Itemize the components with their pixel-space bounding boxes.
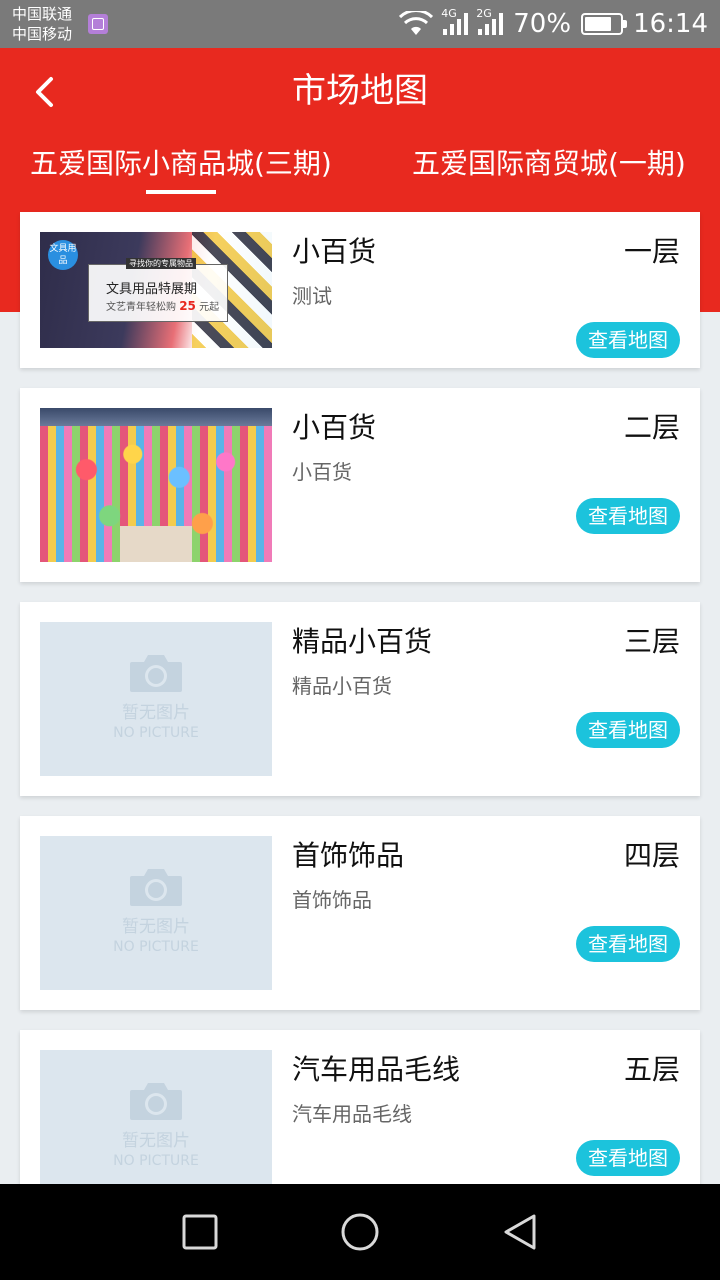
home-icon[interactable] bbox=[340, 1212, 380, 1252]
floor-subtitle: 小百货 bbox=[292, 460, 352, 484]
clock: 16:14 bbox=[633, 9, 708, 39]
stationery-banner-image: 文具用品 寻找你的专属物品 文具用品特展期 文艺青年轻松购 25 元起 bbox=[40, 232, 272, 348]
back-triangle-icon[interactable] bbox=[500, 1212, 540, 1252]
floor-name: 小百货 bbox=[292, 411, 377, 444]
view-map-button[interactable]: 查看地图 bbox=[576, 1140, 680, 1176]
store-aisle bbox=[120, 526, 192, 562]
no-picture-placeholder: 暂无图片 NO PICTURE bbox=[40, 622, 272, 776]
no-picture-text-en: NO PICTURE bbox=[113, 939, 199, 955]
toy-store-image bbox=[40, 408, 272, 562]
floor-subtitle: 汽车用品毛线 bbox=[292, 1102, 412, 1126]
tab-market-phase-3[interactable]: 五爱国际小商品城(三期) bbox=[30, 144, 332, 184]
recent-apps-icon[interactable] bbox=[180, 1212, 220, 1252]
floor-subtitle: 精品小百货 bbox=[292, 674, 392, 698]
camera-icon bbox=[130, 1083, 182, 1120]
no-picture-text-en: NO PICTURE bbox=[113, 1153, 199, 1169]
view-map-button[interactable]: 查看地图 bbox=[576, 322, 680, 358]
battery-percent: 70% bbox=[513, 9, 572, 39]
net-type-1: 4G bbox=[441, 7, 457, 20]
banner-tagline: 寻找你的专属物品 bbox=[126, 258, 196, 269]
camera-icon bbox=[130, 655, 182, 692]
floor-level: 五层 bbox=[623, 1053, 680, 1086]
system-nav-bar bbox=[0, 1184, 720, 1280]
no-picture-text-en: NO PICTURE bbox=[113, 725, 199, 741]
gallery-notification-icon bbox=[88, 14, 108, 34]
carrier-2: 中国移动 bbox=[12, 25, 73, 43]
floor-name: 小百货 bbox=[292, 235, 377, 268]
floor-name: 首饰饰品 bbox=[292, 839, 405, 872]
signal-2g-icon: 2G bbox=[476, 7, 504, 35]
floor-level: 一层 bbox=[623, 235, 680, 268]
wifi-icon bbox=[399, 11, 434, 35]
no-picture-text-cn: 暂无图片 bbox=[122, 703, 190, 723]
status-icons: 4G 2G 70% 16:14 bbox=[399, 0, 708, 48]
active-tab-indicator bbox=[146, 190, 216, 194]
view-map-button[interactable]: 查看地图 bbox=[576, 926, 680, 962]
no-picture-text-cn: 暂无图片 bbox=[122, 1131, 190, 1151]
market-tabs: 五爱国际小商品城(三期) 五爱国际商贸城(一期) bbox=[0, 144, 720, 200]
floor-card[interactable]: 文具用品 寻找你的专属物品 文具用品特展期 文艺青年轻松购 25 元起 小百货 … bbox=[20, 212, 700, 368]
banner-offer-price: 25 bbox=[179, 299, 196, 313]
no-picture-placeholder: 暂无图片 NO PICTURE bbox=[40, 1050, 272, 1204]
banner-offer-prefix: 文艺青年轻松购 bbox=[106, 302, 176, 313]
net-type-2: 2G bbox=[476, 7, 492, 20]
banner-headline: 文具用品特展期 bbox=[106, 282, 198, 297]
view-map-button[interactable]: 查看地图 bbox=[576, 498, 680, 534]
floor-subtitle: 首饰饰品 bbox=[292, 888, 372, 912]
floor-subtitle: 测试 bbox=[292, 284, 332, 308]
banner-offer-suffix: 元起 bbox=[199, 302, 220, 313]
floor-name: 汽车用品毛线 bbox=[292, 1053, 461, 1086]
battery-icon bbox=[581, 13, 628, 35]
camera-icon bbox=[130, 869, 182, 906]
floor-card[interactable]: 暂无图片 NO PICTURE 精品小百货 精品小百货 三层 查看地图 bbox=[20, 602, 700, 796]
store-ceiling bbox=[40, 408, 272, 426]
no-picture-text-cn: 暂无图片 bbox=[122, 917, 190, 937]
carrier-info: 中国联通 中国移动 bbox=[12, 4, 72, 44]
banner-offer: 文艺青年轻松购 25 元起 bbox=[106, 298, 219, 313]
floor-level: 三层 bbox=[623, 625, 680, 658]
signal-4g-icon: 4G bbox=[441, 7, 469, 35]
tab-market-phase-1[interactable]: 五爱国际商贸城(一期) bbox=[412, 144, 686, 184]
view-map-button[interactable]: 查看地图 bbox=[576, 712, 680, 748]
floor-card[interactable]: 小百货 小百货 二层 查看地图 bbox=[20, 388, 700, 582]
no-picture-placeholder: 暂无图片 NO PICTURE bbox=[40, 836, 272, 990]
floor-card[interactable]: 暂无图片 NO PICTURE 首饰饰品 首饰饰品 四层 查看地图 bbox=[20, 816, 700, 1010]
carrier-1: 中国联通 bbox=[12, 5, 73, 23]
page-title: 市场地图 bbox=[292, 71, 428, 111]
floor-level: 二层 bbox=[623, 411, 680, 444]
banner-badge: 文具用品 bbox=[48, 240, 78, 270]
status-bar: 中国联通 中国移动 4G 2G 70% 16:14 bbox=[0, 0, 720, 48]
floor-level: 四层 bbox=[623, 839, 680, 872]
floor-name: 精品小百货 bbox=[292, 625, 433, 658]
